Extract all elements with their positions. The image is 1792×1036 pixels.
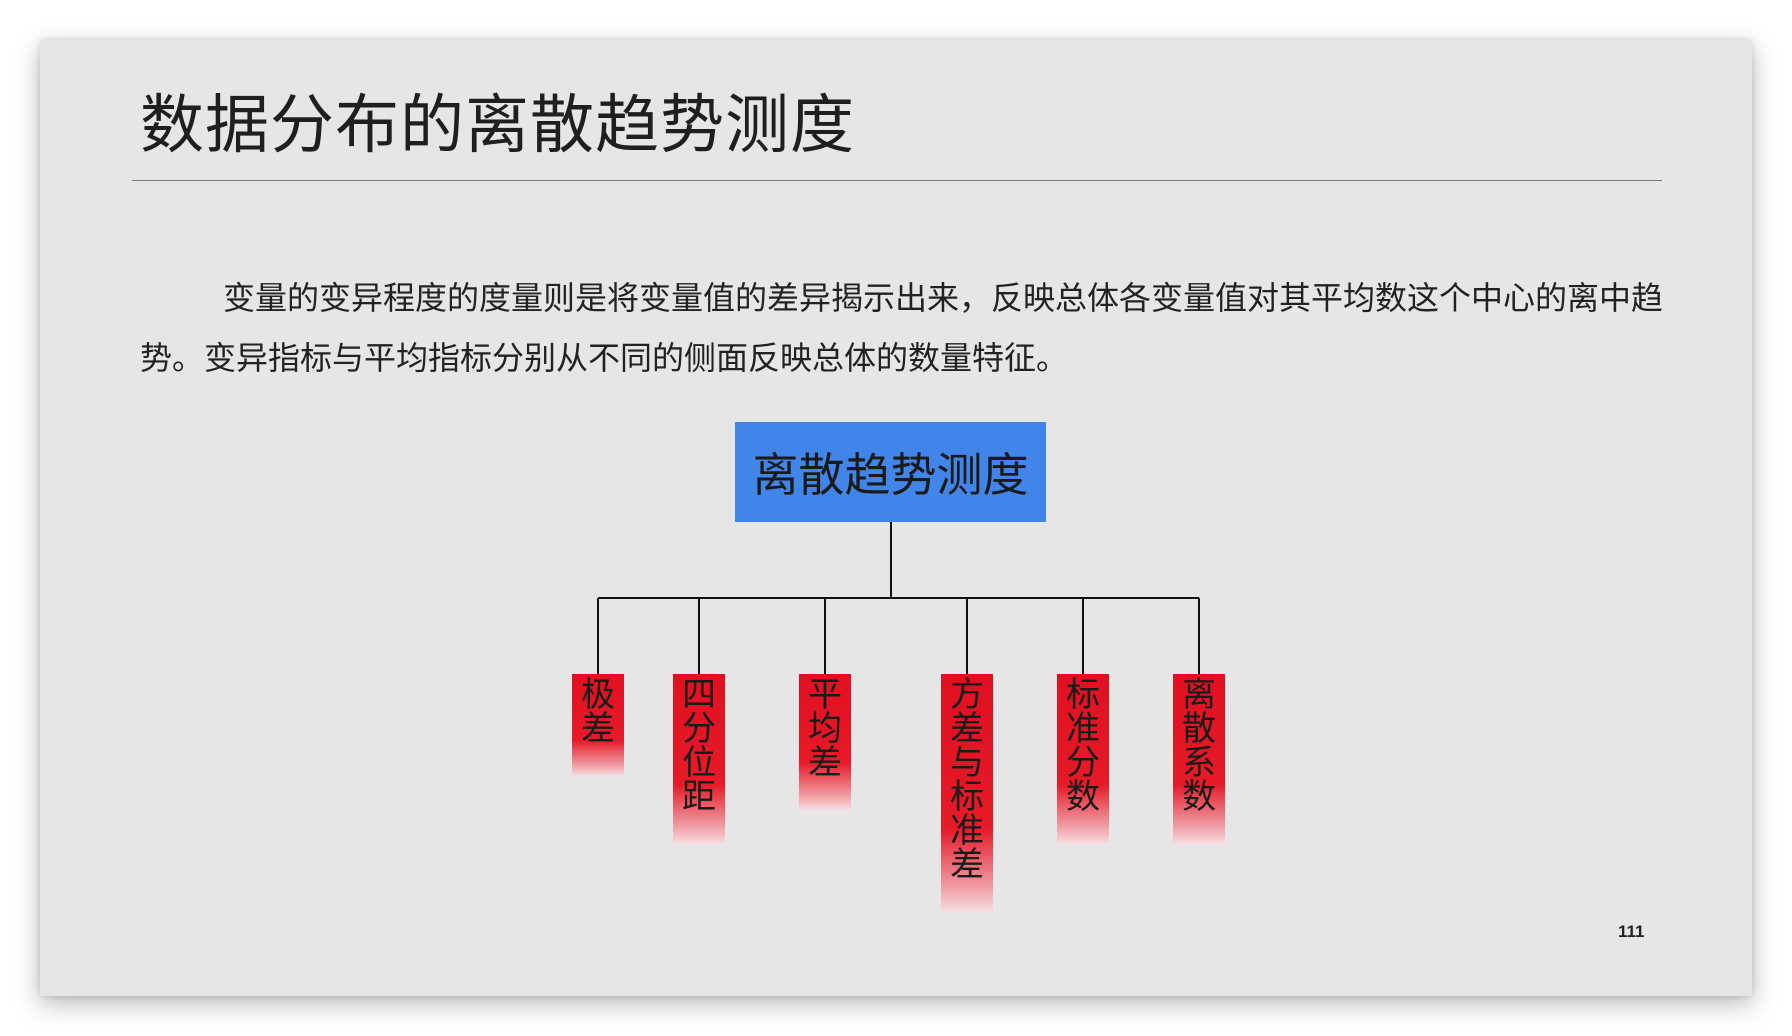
leaf-label-char: 四: [682, 675, 716, 715]
leaf-label-char: 分: [1066, 743, 1100, 783]
leaf-label-char: 数: [1182, 777, 1216, 817]
leaf-node: 标准分数: [1057, 674, 1109, 844]
slide: 数据分布的离散趋势测度 变量的变异程度的度量则是将变量值的差异揭示出来，反映总体…: [40, 40, 1752, 996]
leaf-node: 极差: [572, 674, 624, 776]
leaf-label-char: 位: [682, 743, 716, 783]
leaf-label-char: 数: [1066, 777, 1100, 817]
leaf-label-char: 差: [950, 845, 984, 885]
leaf-label-char: 系: [1182, 743, 1216, 783]
page-number: 111: [1618, 922, 1645, 941]
leaf-label-char: 标: [950, 777, 984, 817]
leaf-label-char: 极: [581, 675, 615, 715]
leaf-label-char: 方: [950, 675, 984, 715]
leaf-label-char: 差: [950, 709, 984, 749]
leaf-label-char: 距: [682, 777, 716, 817]
leaf-node: 四分位距: [673, 674, 725, 844]
leaf-label-char: 准: [1066, 709, 1100, 749]
leaf-node: 平均差: [799, 674, 851, 810]
leaf-label-char: 准: [950, 811, 984, 851]
leaf-node: 离散系数: [1173, 674, 1225, 844]
leaf-label-char: 与: [950, 743, 984, 783]
leaf-label-char: 散: [1182, 709, 1216, 749]
leaf-label-char: 差: [581, 709, 615, 749]
leaf-label-char: 均: [808, 709, 842, 749]
leaf-label-char: 差: [808, 743, 842, 783]
root-node: 离散趋势测度: [735, 422, 1046, 522]
leaf-label-char: 离: [1182, 675, 1216, 715]
leaf-label-char: 标: [1066, 675, 1100, 715]
leaf-label-char: 平: [808, 675, 842, 715]
leaf-node: 方差与标准差: [941, 674, 993, 912]
leaf-label-char: 分: [682, 709, 716, 749]
